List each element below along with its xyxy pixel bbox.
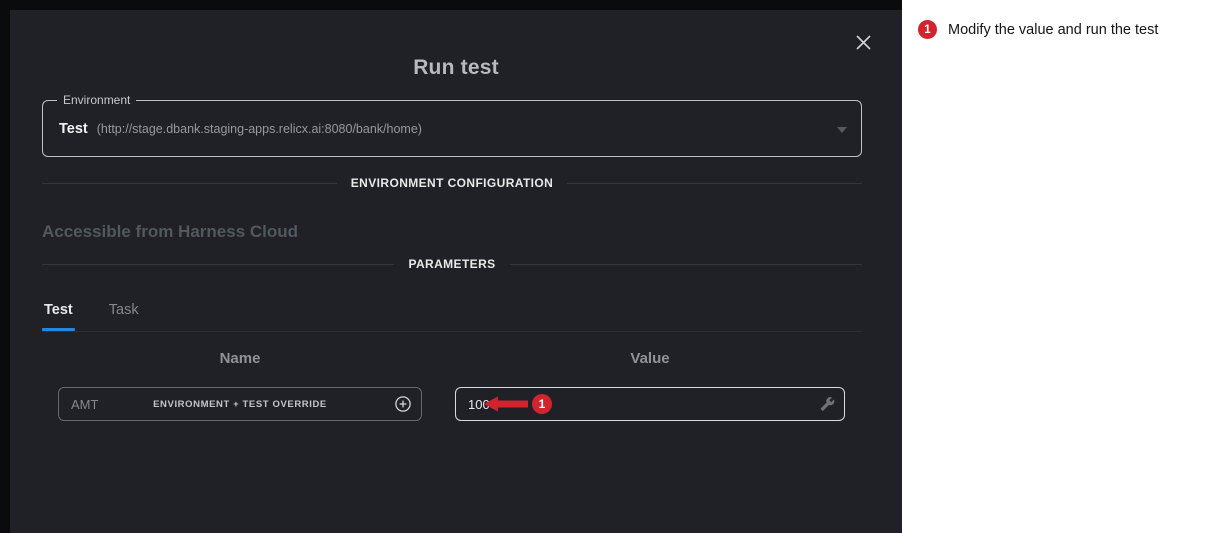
environment-configuration-divider: ENVIRONMENT CONFIGURATION xyxy=(42,176,862,190)
step-text: Modify the value and run the test xyxy=(948,22,1158,38)
environment-selected-value: Test (http://stage.dbank.staging-apps.re… xyxy=(59,101,821,156)
divider-line xyxy=(42,264,394,265)
parameter-value-field[interactable]: 1 xyxy=(455,387,845,421)
parameter-name-input[interactable] xyxy=(59,388,179,420)
chevron-down-icon xyxy=(837,127,847,133)
tab-task[interactable]: Task xyxy=(107,298,141,331)
annotation-side-panel: 1 Modify the value and run the test xyxy=(902,0,1222,533)
accessible-heading: Accessible from Harness Cloud xyxy=(42,222,298,242)
step-number-badge: 1 xyxy=(918,20,937,39)
parameters-heading: PARAMETERS xyxy=(408,257,495,271)
environment-configuration-heading: ENVIRONMENT CONFIGURATION xyxy=(351,176,553,190)
divider-line xyxy=(510,264,862,265)
value-column-header: Value xyxy=(455,350,845,367)
run-test-dialog: Run test Environment Test (http://stage.… xyxy=(10,10,902,533)
modal-backdrop: Run test Environment Test (http://stage.… xyxy=(0,0,902,533)
divider-line xyxy=(567,183,862,184)
wrench-icon[interactable] xyxy=(820,397,835,412)
step-note: 1 Modify the value and run the test xyxy=(918,20,1158,39)
environment-select[interactable]: Environment Test (http://stage.dbank.sta… xyxy=(42,100,862,157)
parameter-name-field[interactable]: ENVIRONMENT + TEST OVERRIDE xyxy=(58,387,422,421)
parameters-column-headers: Name Value xyxy=(42,350,862,370)
annotation-arrow-icon xyxy=(484,396,528,412)
annotation-step-badge: 1 xyxy=(532,394,552,414)
parameter-row: ENVIRONMENT + TEST OVERRIDE xyxy=(42,387,862,421)
add-circle-icon[interactable] xyxy=(394,395,412,413)
divider-line xyxy=(42,183,337,184)
environment-url: (http://stage.dbank.staging-apps.relicx.… xyxy=(97,122,422,136)
tab-test[interactable]: Test xyxy=(42,298,75,331)
screen: Run test Environment Test (http://stage.… xyxy=(0,0,1222,533)
dialog-content: Environment Test (http://stage.dbank.sta… xyxy=(42,10,862,533)
parameters-divider: PARAMETERS xyxy=(42,257,862,271)
name-column-header: Name xyxy=(58,350,422,367)
environment-name: Test xyxy=(59,121,88,137)
parameters-tabbar: Test Task xyxy=(42,298,862,332)
